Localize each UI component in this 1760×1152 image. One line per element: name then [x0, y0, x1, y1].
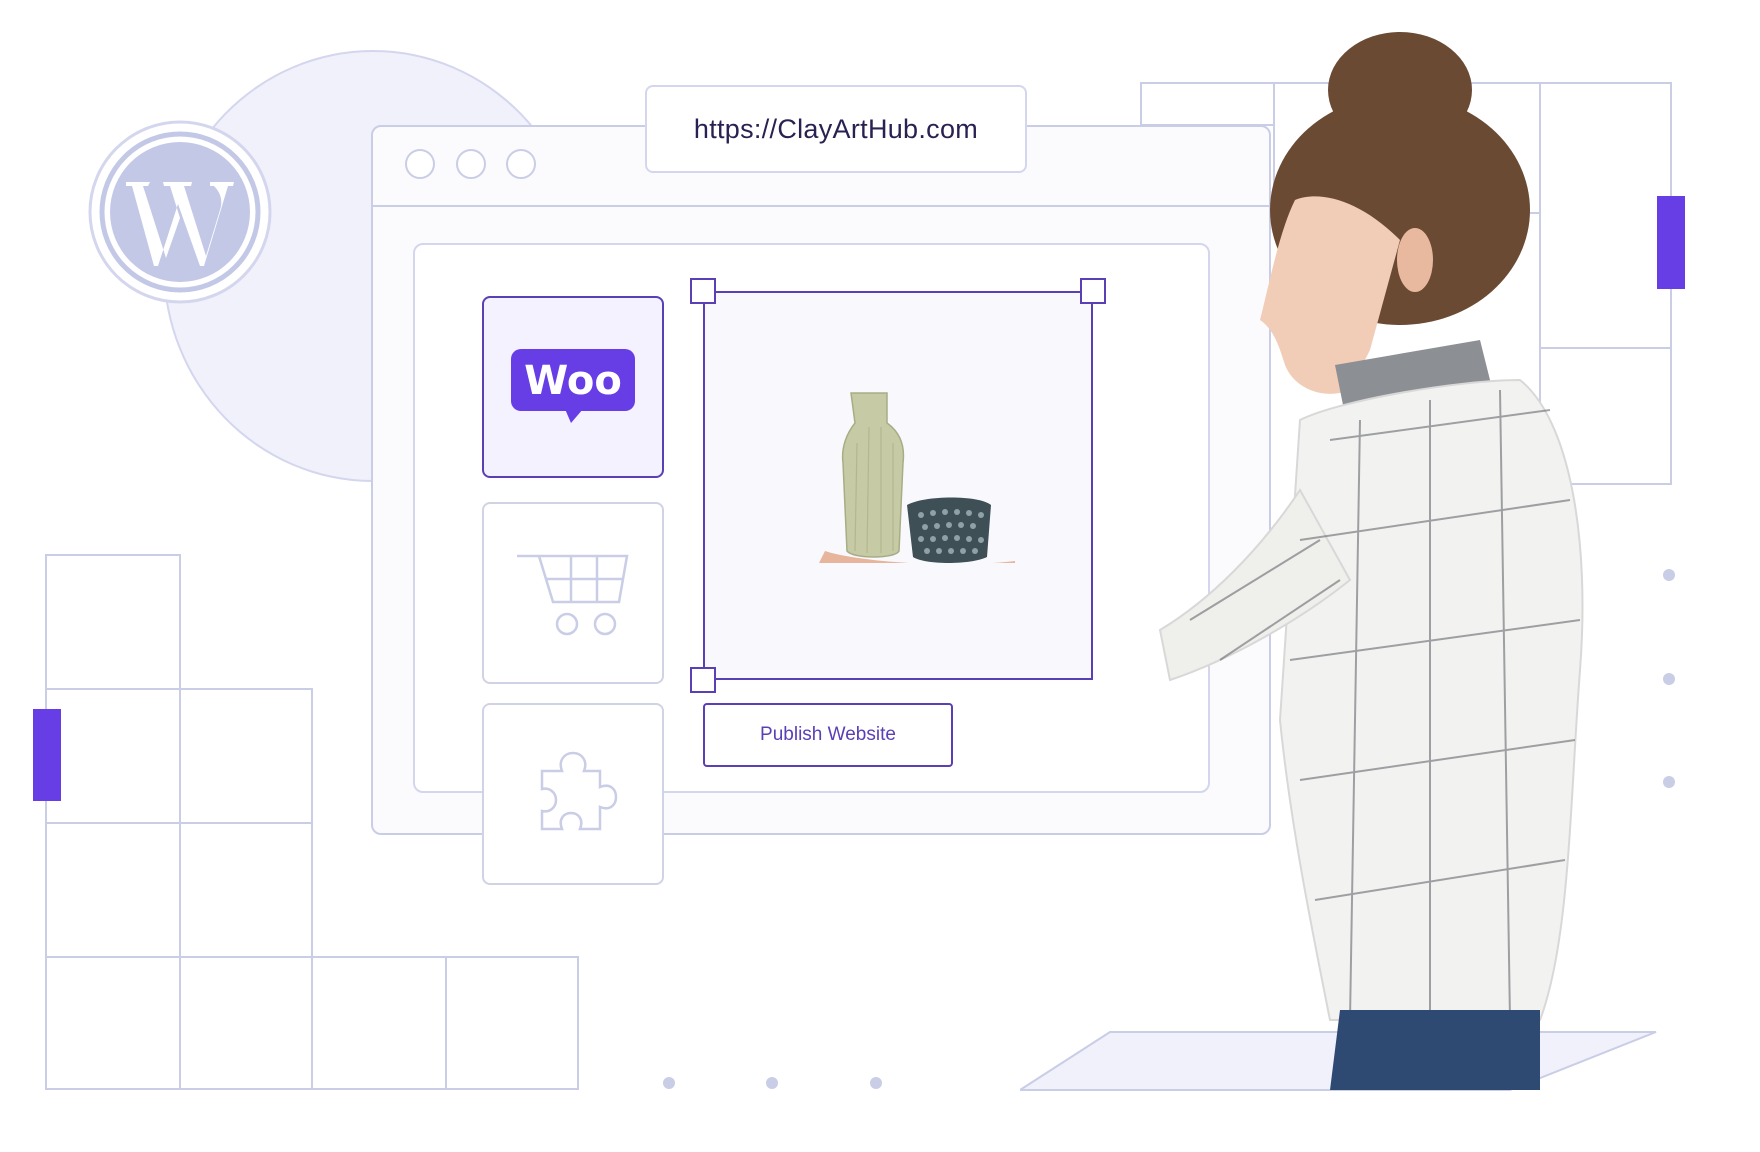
- resize-handle-top-left[interactable]: [690, 278, 716, 304]
- decorative-dot: [663, 1077, 675, 1089]
- decorative-dot: [1663, 776, 1675, 788]
- url-bar[interactable]: https://ClayArtHub.com: [645, 85, 1027, 173]
- woo-logo-text: Woo: [524, 358, 622, 404]
- decorative-dot: [766, 1077, 778, 1089]
- product-image: [819, 392, 1015, 563]
- tile-woocommerce[interactable]: Woo: [482, 296, 664, 478]
- decorative-dot: [1663, 673, 1675, 685]
- accent-bar-left: [33, 709, 61, 801]
- puzzle-icon: [540, 751, 618, 831]
- window-control-dot[interactable]: [506, 149, 536, 179]
- grid-cell: [45, 956, 181, 1090]
- grid-cell: [311, 956, 447, 1090]
- accent-bar-right: [1657, 196, 1685, 289]
- product-image-frame[interactable]: [703, 291, 1093, 680]
- shopping-cart-icon: [517, 554, 629, 636]
- person-illustration: [1158, 32, 1584, 1090]
- grid-cell: [45, 554, 181, 690]
- woo-logo-icon: Woo: [511, 349, 635, 423]
- window-control-dot[interactable]: [456, 149, 486, 179]
- vase-icon: [841, 392, 905, 558]
- window-control-dot[interactable]: [405, 149, 435, 179]
- publish-website-button[interactable]: Publish Website: [703, 703, 953, 767]
- grid-cell: [45, 688, 181, 824]
- decorative-dot: [1663, 569, 1675, 581]
- wordpress-logo: [88, 120, 272, 304]
- tile-cart[interactable]: [482, 502, 664, 684]
- grid-cell: [45, 822, 181, 958]
- url-text: https://ClayArtHub.com: [693, 113, 979, 144]
- tile-plugins[interactable]: [482, 703, 664, 885]
- grid-cell: [179, 956, 313, 1090]
- grid-cell: [445, 956, 579, 1090]
- grid-cell: [179, 822, 313, 958]
- wordpress-icon: [88, 120, 272, 304]
- decorative-dot: [870, 1077, 882, 1089]
- grid-cell: [179, 688, 313, 824]
- resize-handle-bottom-left[interactable]: [690, 667, 716, 693]
